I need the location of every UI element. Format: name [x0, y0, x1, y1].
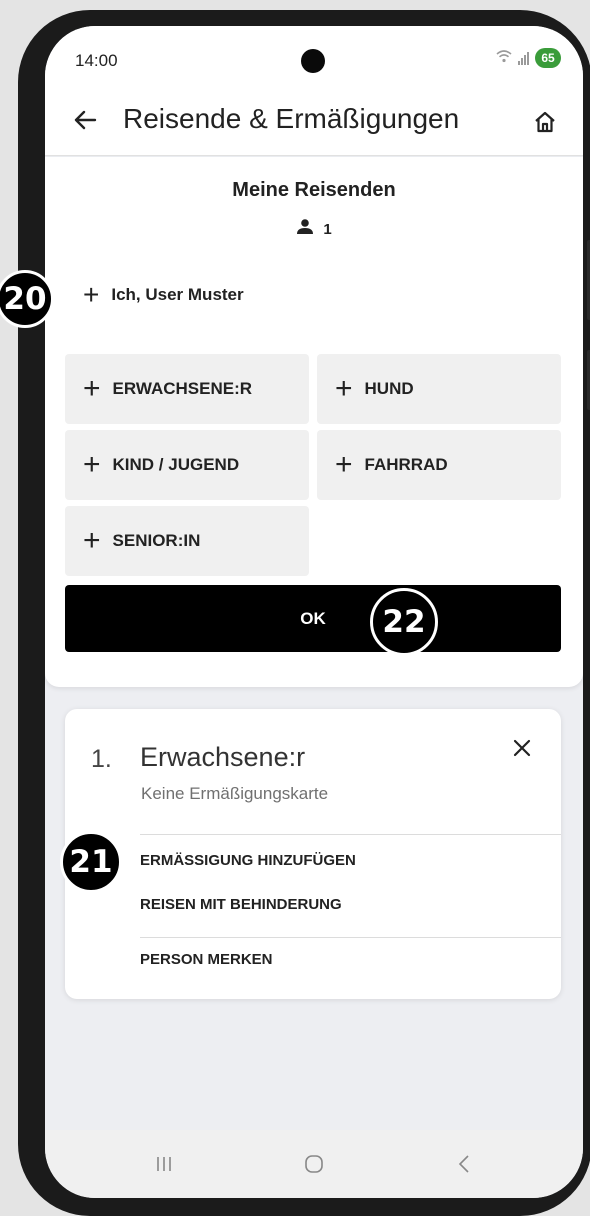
add-senior-button[interactable]: + SENIOR:IN — [65, 506, 309, 576]
app-bar: Reisende & Ermäßigungen — [45, 88, 583, 156]
phone-screen: 14:00 65 Reisende & Ermäßigungen Meine R… — [45, 26, 583, 1198]
plus-icon: + — [83, 448, 101, 481]
battery-icon: 65 — [535, 48, 561, 68]
person-icon — [296, 219, 314, 239]
status-time: 14:00 — [75, 51, 118, 70]
traveller-count-value: 1 — [323, 220, 332, 238]
back-nav-icon[interactable] — [439, 1144, 489, 1184]
status-bar: 14:00 65 — [45, 26, 583, 88]
traveller-name: Erwachsene:r — [140, 742, 306, 772]
annotation-badge-21: 21 — [60, 831, 122, 893]
travel-with-disability-link[interactable]: REISEN MIT BEHINDERUNG — [140, 896, 342, 913]
add-dog-button[interactable]: + HUND — [317, 354, 561, 424]
add-bicycle-button[interactable]: + FAHRRAD — [317, 430, 561, 500]
tile-label: KIND / JUGEND — [112, 455, 240, 474]
travellers-card: Meine Reisenden 1 + Ich, User Muster + E… — [45, 157, 583, 687]
add-child-button[interactable]: + KIND / JUGEND — [65, 430, 309, 500]
plus-icon: + — [83, 372, 101, 405]
add-me-label: Ich, User Muster — [111, 285, 244, 304]
divider — [140, 834, 561, 835]
tile-label: FAHRRAD — [364, 455, 448, 474]
remember-person-link[interactable]: PERSON MERKEN — [140, 951, 273, 968]
traveller-card: 1. Erwachsene:r Keine Ermäßigungskarte E… — [65, 709, 561, 999]
page-title: Reisende & Ermäßigungen — [123, 103, 460, 134]
front-camera — [301, 49, 325, 73]
divider — [140, 937, 561, 938]
traveller-index: 1. — [91, 745, 112, 773]
recent-apps-icon[interactable] — [139, 1144, 189, 1184]
plus-icon: + — [335, 372, 353, 405]
plus-icon: + — [83, 524, 101, 557]
tile-label: SENIOR:IN — [112, 531, 201, 550]
annotation-badge-22: 22 — [370, 588, 438, 656]
home-nav-icon[interactable] — [289, 1144, 339, 1184]
travellers-title: Meine Reisenden — [232, 179, 396, 201]
add-adult-button[interactable]: + ERWACHSENE:R — [65, 354, 309, 424]
ok-button[interactable]: OK — [65, 585, 561, 652]
status-icons: 65 — [496, 48, 561, 68]
wifi-icon — [496, 50, 512, 66]
system-nav-bar — [45, 1130, 583, 1198]
back-arrow-icon[interactable] — [67, 100, 103, 140]
home-icon[interactable] — [527, 102, 563, 142]
signal-icon — [518, 51, 529, 65]
add-me-button[interactable]: + Ich, User Muster — [83, 281, 244, 309]
add-discount-link[interactable]: ERMÄSSIGUNG HINZUFÜGEN — [140, 852, 356, 869]
discount-card-status: Keine Ermäßigungskarte — [141, 784, 329, 803]
tile-label: ERWACHSENE:R — [112, 379, 253, 398]
close-icon[interactable] — [505, 731, 539, 765]
plus-icon: + — [335, 448, 353, 481]
traveller-count: 1 — [45, 219, 583, 239]
tile-label: HUND — [364, 379, 414, 398]
plus-icon: + — [83, 279, 100, 310]
